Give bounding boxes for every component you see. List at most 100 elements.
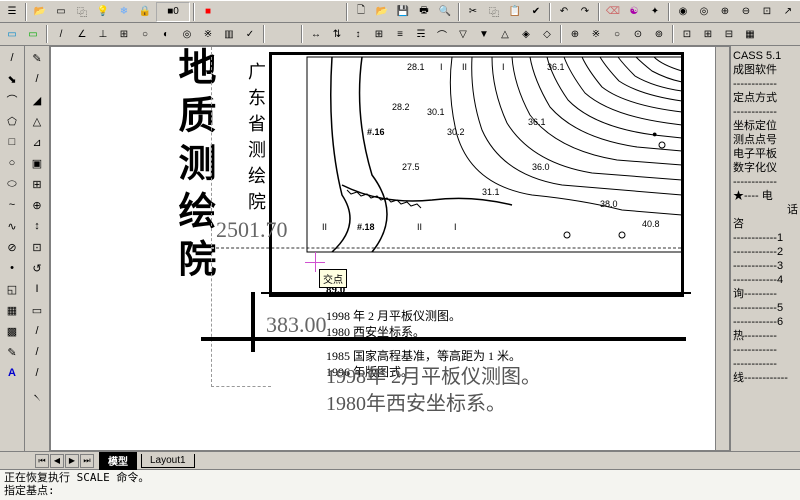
lt-line-icon[interactable]: / [1,48,23,68]
command-area[interactable]: 正在恢复执行 SCALE 命令。 指定基点: [0,469,800,500]
osn4-btn[interactable]: ⊙ [628,24,648,44]
bulb-btn[interactable]: 💡 [93,2,113,22]
lt2-grid-icon[interactable]: ⊞ [26,174,48,194]
redo-icon[interactable]: ↷ [575,2,595,22]
lt-brush-icon[interactable]: ✎ [1,342,23,362]
line-btn[interactable]: / [51,24,71,44]
osn5-btn[interactable]: ⊚ [649,24,669,44]
rect1-btn[interactable]: ▭ [2,24,22,44]
layers-btn[interactable]: ☰ [2,2,22,22]
lt2-tri3-icon[interactable]: ⊿ [26,132,48,152]
xtra2-btn[interactable]: ⊞ [698,24,718,44]
file-open-icon[interactable]: 📂 [372,2,392,22]
angle-btn[interactable]: ∠ [72,24,92,44]
copy2-icon[interactable]: ⿻ [484,2,504,22]
rp-item[interactable]: 定点方式 [733,91,798,105]
xtra4-btn[interactable]: ▦ [740,24,760,44]
lt-pt-icon[interactable]: • [1,258,23,278]
lock-btn[interactable]: 🔒 [135,2,155,22]
dim3-btn[interactable]: ↕ [348,24,368,44]
nav2-icon[interactable]: ◎ [694,2,714,22]
nav6-icon[interactable]: ↗ [778,2,798,22]
lt-spline-icon[interactable]: ~ [1,195,23,215]
lt2-tri1-icon[interactable]: ◢ [26,90,48,110]
tab-prev-btn[interactable]: ◀ [50,454,64,468]
rect2-btn[interactable]: ▭ [23,24,43,44]
arc1-btn[interactable]: ◐ [156,24,176,44]
erase-icon[interactable]: ⌫ [603,2,623,22]
lt2-line-icon[interactable]: / [26,69,48,89]
lt2-rect-icon[interactable]: ▭ [26,300,48,320]
dim7-btn[interactable]: ⌒ [432,24,452,44]
paste-icon[interactable]: 📋 [505,2,525,22]
cut-icon[interactable]: ✂ [463,2,483,22]
lt-n-icon[interactable]: ∿ [1,216,23,236]
preview-icon[interactable]: 🔍 [435,2,455,22]
perp-btn[interactable]: ⊥ [93,24,113,44]
lt2-l3-icon[interactable]: / [26,363,48,383]
db-icon[interactable]: ☯ [624,2,644,22]
dim9-btn[interactable]: ▼ [474,24,494,44]
bars-btn[interactable]: ▥ [219,24,239,44]
red-btn[interactable]: ■ [198,2,218,22]
xtra1-btn[interactable]: ⊡ [677,24,697,44]
dim8-btn[interactable]: ▽ [453,24,473,44]
lt-hatch-icon[interactable]: ▦ [1,300,23,320]
copy-btn[interactable]: ⿻ [72,2,92,22]
circle-btn[interactable]: ○ [135,24,155,44]
rp-item[interactable]: 电子平板 [733,147,798,161]
dim6-btn[interactable]: ☴ [411,24,431,44]
sparkle-icon[interactable]: ✦ [645,2,665,22]
tick-btn[interactable]: ※ [198,24,218,44]
lt2-i-icon[interactable]: I [26,279,48,299]
hdim-btn[interactable]: ↔ [306,24,326,44]
arc2-btn[interactable]: ◎ [177,24,197,44]
tab-last-btn[interactable]: ⏭ [80,454,94,468]
dim5-btn[interactable]: ≡ [390,24,410,44]
dim12-btn[interactable]: ◇ [537,24,557,44]
lt2-rot-icon[interactable]: ↺ [26,258,48,278]
check-btn[interactable]: ✓ [240,24,260,44]
undo-icon[interactable]: ↶ [554,2,574,22]
lt-inf-icon[interactable]: ⊘ [1,237,23,257]
tab-model[interactable]: 模型 [99,452,137,470]
lt-hatch2-icon[interactable]: ▩ [1,321,23,341]
xtra3-btn[interactable]: ⊟ [719,24,739,44]
lt2-l1-icon[interactable]: / [26,321,48,341]
lt2-curl-icon[interactable]: ৲ [26,384,48,404]
open-btn[interactable]: 📂 [30,2,50,22]
lt-rect-icon[interactable]: □ [1,132,23,152]
lt2-pen-icon[interactable]: ✎ [26,48,48,68]
file-new-icon[interactable]: 🗋 [351,2,371,22]
lt-ins-icon[interactable]: ◱ [1,279,23,299]
lt-ellip-icon[interactable]: ⬭ [1,174,23,194]
lt2-plus-icon[interactable]: ⊕ [26,195,48,215]
save-icon[interactable]: 💾 [393,2,413,22]
osn1-btn[interactable]: ⊕ [565,24,585,44]
lt-poly-icon[interactable]: ⬠ [1,111,23,131]
rp-item[interactable]: 测点点号 [733,133,798,147]
lt-circ-icon[interactable]: ○ [1,153,23,173]
tab-next-btn[interactable]: ▶ [65,454,79,468]
match-icon[interactable]: ✔ [526,2,546,22]
rp-item[interactable]: 坐标定位 [733,119,798,133]
nav1-icon[interactable]: ◉ [673,2,693,22]
osn3-btn[interactable]: ○ [607,24,627,44]
osn2-btn[interactable]: ※ [586,24,606,44]
drawing-canvas[interactable]: 地质测绘院 广东省测绘院 [50,46,730,451]
rp-item[interactable]: 数字化仪 [733,161,798,175]
lt-arc-icon[interactable]: ⌒ [1,90,23,110]
lt-text-icon[interactable]: A [1,363,23,383]
new-btn[interactable]: ▭ [51,2,71,22]
tab-layout1[interactable]: Layout1 [141,454,195,468]
tab-first-btn[interactable]: ⏮ [35,454,49,468]
grid-btn[interactable]: ⊞ [114,24,134,44]
layer-box[interactable]: ■0 [156,2,190,22]
nav5-icon[interactable]: ⊡ [757,2,777,22]
lt2-arr-icon[interactable]: ↕ [26,216,48,236]
lt2-box2-icon[interactable]: ⊡ [26,237,48,257]
vertical-scrollbar[interactable] [715,47,729,450]
nav3-icon[interactable]: ⊕ [715,2,735,22]
lt-xline-icon[interactable]: ⬊ [1,69,23,89]
lt2-tri2-icon[interactable]: △ [26,111,48,131]
